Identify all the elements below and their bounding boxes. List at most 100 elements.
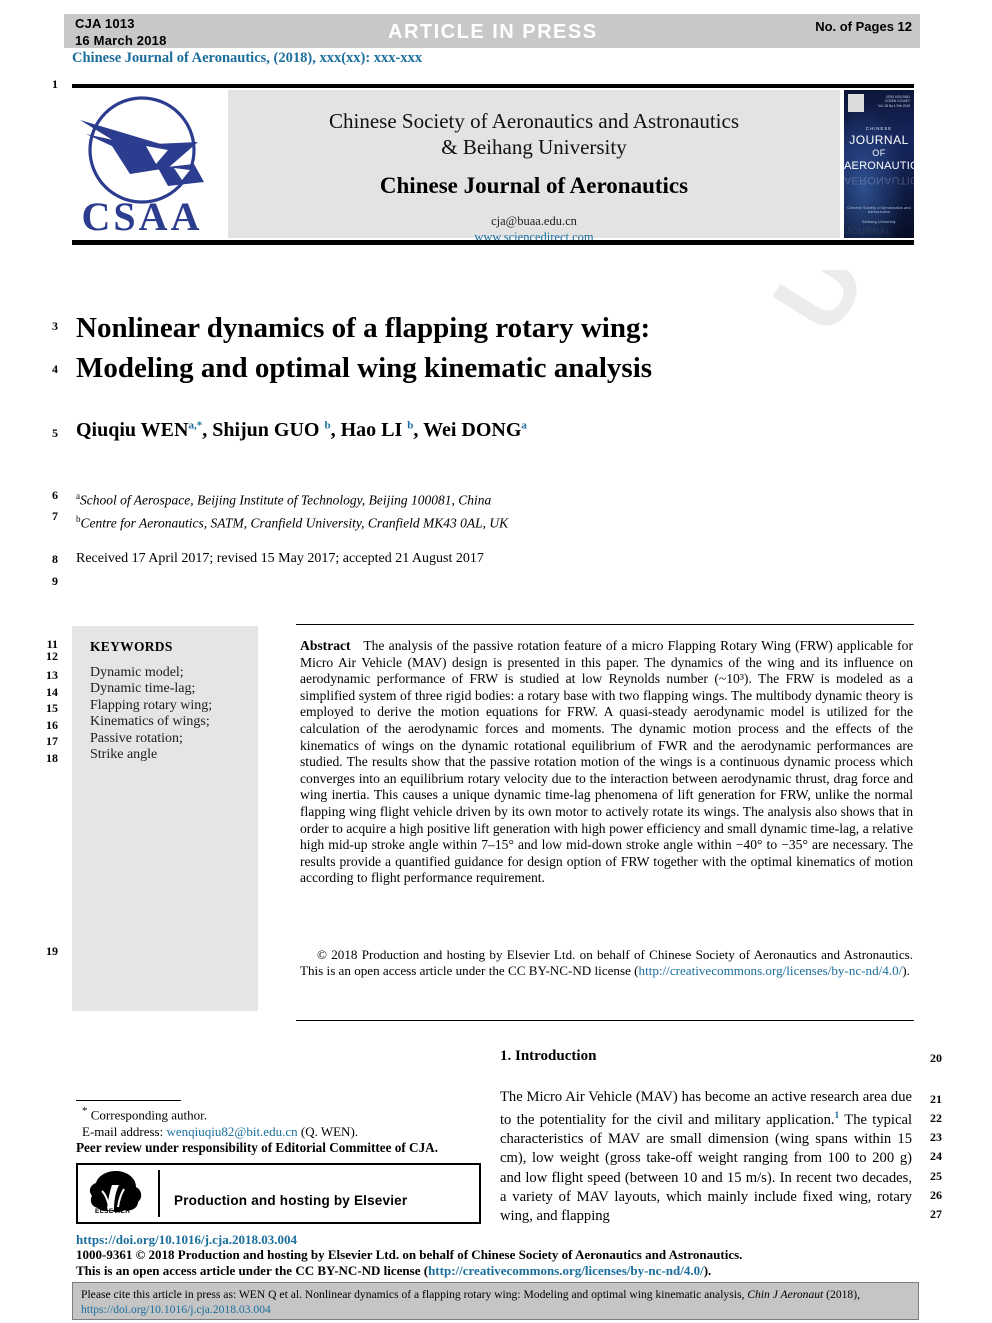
received-dates: Received 17 April 2017; revised 15 May 2… (76, 551, 484, 566)
list-item: Flapping rotary wing; (90, 697, 213, 713)
journal-email[interactable]: cja@buaa.edu.cn (228, 214, 840, 229)
abstract-body: The analysis of the passive rotation fea… (300, 638, 914, 886)
corresponding-text: Corresponding author. (90, 1107, 208, 1123)
author-name-2: Hao LI (340, 419, 403, 441)
issn-copyright: 1000-9361 © 2018 Production and hosting … (76, 1247, 916, 1279)
issn-line-2: This is an open access article under the… (76, 1263, 916, 1279)
cc-license-link[interactable]: http://creativecommons.org/licenses/by-n… (639, 963, 903, 978)
author-name-0: Qiuqiu WEN (76, 419, 189, 441)
author-mark-0: a,* (188, 419, 203, 432)
peer-review-note: Peer review under responsibility of Edit… (76, 1140, 438, 1155)
cover-journal-name: JOURNAL OF AERONAUTICS (844, 134, 914, 173)
line-number: 1 (52, 77, 58, 91)
affiliation-b-row: bCentre for Aeronautics, SATM, Cranfield… (76, 510, 836, 533)
line-number: 19 (46, 944, 58, 958)
line-number: 5 (52, 426, 58, 440)
issn-license-pre: This is an open access article under the… (76, 1263, 429, 1278)
cite-this-article-box: Please cite this article in press as: WE… (72, 1282, 919, 1320)
line-number: 23 (930, 1130, 942, 1144)
abstract-rule-top (296, 624, 914, 625)
article-in-press-label: ARTICLE IN PRESS (388, 21, 598, 43)
abstract-rule-bottom (296, 1020, 914, 1021)
line-number: 20 (930, 1051, 942, 1065)
cite-journal-abbrev: Chin J Aeronaut (747, 1288, 824, 1301)
cover-line-2: OF (872, 148, 886, 158)
cover-line-3: AERONAUTICS (844, 160, 914, 172)
cover-line-1: JOURNAL (849, 133, 909, 147)
line-number: 21 (930, 1092, 942, 1106)
line-number: 8 (52, 552, 58, 566)
abstract-copyright: © 2018 Production and hosting by Elsevie… (300, 947, 913, 979)
list-item: Kinematics of wings; (90, 714, 210, 730)
title-line-2: Modeling and optimal wing kinematic anal… (76, 352, 653, 384)
affiliation-a-row: aSchool of Aerospace, Beijing Institute … (76, 487, 836, 510)
cite-doi-link[interactable]: https://doi.org/10.1016/j.cja.2018.03.00… (81, 1303, 271, 1316)
cover-university-line: Beihang University (862, 220, 896, 224)
abstract-label: Abstract (300, 638, 351, 653)
cover-issn-text: ISSN 1000-9361 CODEN CJOAEY Vol. 28 No.1 F… (878, 95, 910, 108)
cover-reflection: AERONAUTICS (844, 174, 914, 186)
line-number: 3 (52, 319, 58, 333)
affiliation-b: Centre for Aeronautics, SATM, Cranfield … (80, 515, 509, 530)
masthead-rule-bottom (72, 240, 914, 245)
header-date: 16 March 2018 (75, 33, 167, 48)
line-number: 24 (930, 1149, 942, 1163)
line-number: 14 (46, 685, 58, 699)
issn-line-1: 1000-9361 © 2018 Production and hosting … (76, 1247, 743, 1262)
cover-ghost-text: JOURNAL (846, 226, 892, 236)
email-suffix: (Q. WEN). (300, 1124, 359, 1140)
email-line: E-mail address: wenqiuqiu82@bit.edu.cn (… (82, 1123, 482, 1140)
masthead-center: Chinese Society of Aeronautics and Astro… (228, 90, 840, 244)
line-number: 6 (52, 488, 58, 502)
author-mark-3: a (521, 419, 527, 432)
cite-pre: Please cite this article in press as: WE… (81, 1288, 748, 1301)
line-number: 12 (46, 649, 58, 663)
affiliation-a: School of Aerospace, Beijing Institute o… (80, 492, 492, 508)
line-number: 17 (46, 734, 58, 748)
line-number: 16 (46, 718, 58, 732)
cite-line-1: Please cite this article in press as: WE… (81, 1288, 911, 1301)
author-list: Qiuqiu WENa,*, Shijun GUO b, Hao LI b, W… (76, 419, 527, 441)
introduction-paragraph: The Micro Air Vehicle (MAV) has become a… (500, 1088, 912, 1226)
intro-text-post: The typical characteristics of MAV are s… (500, 1112, 912, 1225)
elsevier-hosting-label: Production and hosting by Elsevier (174, 1193, 408, 1208)
author-name-1: Shijun GUO (212, 419, 320, 441)
elsevier-tree-icon: ELSEVIER (86, 1169, 148, 1218)
footnote-rule (76, 1100, 181, 1101)
list-item: Dynamic model; (90, 665, 184, 680)
line-number: 13 (46, 668, 58, 682)
issn-license-link[interactable]: http://creativecommons.org/licenses/by-n… (428, 1263, 704, 1278)
journal-citation-line: Chinese Journal of Aeronautics, (2018), … (72, 50, 423, 66)
list-item: Strike angle (90, 747, 158, 763)
cover-chinese-label: CHINESE (865, 126, 893, 131)
society-name: Chinese Society of Aeronautics and Astro… (228, 108, 840, 160)
masthead: CSAA Chinese Society of Aeronautics and … (72, 88, 914, 244)
line-number: 15 (46, 701, 58, 715)
line-number: 4 (52, 362, 58, 376)
line-number: 9 (52, 574, 58, 588)
csaa-logo: CSAA (72, 90, 224, 239)
corresponding-line: * Corresponding author. (82, 1103, 482, 1123)
author-email-link[interactable]: wenqiuqiu82@bit.edu.cn (166, 1124, 297, 1139)
journal-cover-thumbnail: ISSN 1000-9361 CODEN CJOAEY Vol. 28 No.1 F… (844, 90, 914, 238)
line-number: 22 (930, 1111, 942, 1125)
line-number: 7 (52, 509, 58, 523)
line-number: 26 (930, 1188, 942, 1202)
list-item: Dynamic time-lag; (90, 681, 196, 697)
svg-text:CSAA: CSAA (82, 194, 203, 238)
society-line-2: & Beihang University (441, 135, 627, 159)
introduction-heading: 1. Introduction (500, 1048, 597, 1064)
society-line-1: Chinese Society of Aeronautics and Astro… (328, 109, 739, 133)
paper-page: UNCORRECTED PROOF CJA 1013 16 March 2018… (0, 0, 992, 1323)
copyright-tail: ). (902, 963, 910, 979)
title-line-1: Nonlinear dynamics of a flapping rotary … (76, 312, 651, 344)
doi-link[interactable]: https://doi.org/10.1016/j.cja.2018.03.00… (76, 1232, 297, 1248)
author-mark-1: b (324, 419, 331, 432)
corresponding-author-note: * Corresponding author. E-mail address: … (82, 1103, 482, 1140)
cite-post: (2018), (823, 1288, 860, 1301)
affiliations: aSchool of Aerospace, Beijing Institute … (76, 487, 836, 532)
elsevier-wordmark: ELSEVIER (95, 1208, 131, 1215)
author-mark-2: b (407, 419, 414, 432)
elsevier-hosting-box: ELSEVIER Production and hosting by Elsev… (76, 1163, 481, 1224)
line-number: 27 (930, 1207, 942, 1221)
